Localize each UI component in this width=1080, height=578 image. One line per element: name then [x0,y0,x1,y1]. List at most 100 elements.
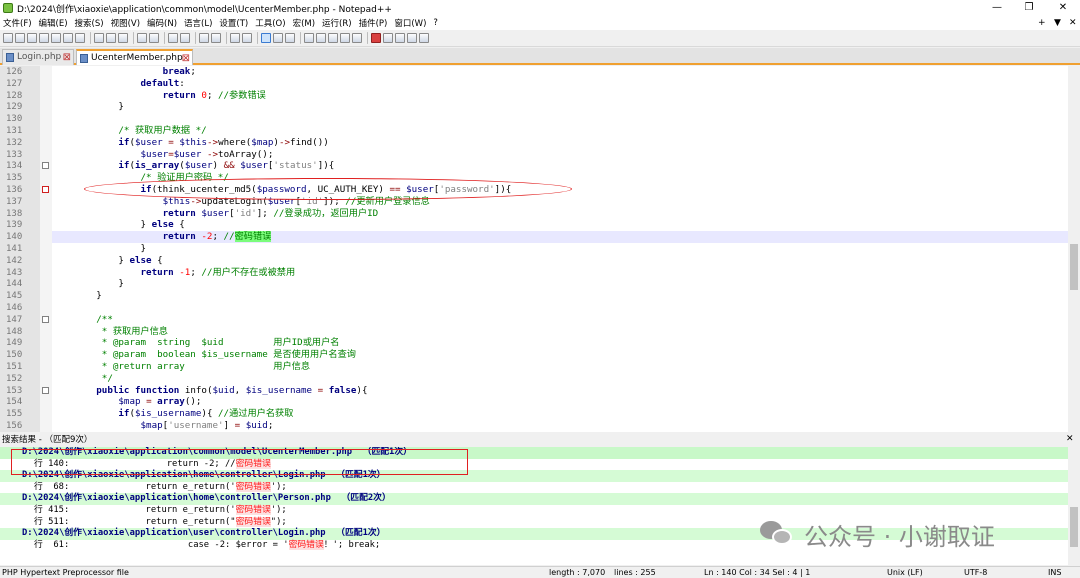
code-line[interactable]: 140 return -2; //密码错误 [6,231,1068,244]
record-macro-icon[interactable] [371,33,381,43]
zoom-out-icon[interactable] [211,33,221,43]
cut-icon[interactable] [94,33,104,43]
menu-window[interactable]: 窗口(W) [394,17,426,29]
code-area[interactable]: 126 break; 127 default: 128 return 0; //参数… [6,66,1068,432]
result-hit-row[interactable]: 行 68: return e_return('密码错误'); [0,481,1068,494]
code-line[interactable]: 134 if(is_array($user) && $user['status'… [6,160,1068,172]
close-icon[interactable] [51,33,61,43]
play-macro-icon[interactable] [395,33,405,43]
doc-map-icon[interactable] [316,33,326,43]
monitor-icon[interactable] [352,33,362,43]
menu-encoding[interactable]: 编码(N) [147,17,177,29]
code-line[interactable]: 155 if($is_username){ //通过用户名获取 [6,408,1068,420]
run-macro-icon[interactable] [407,33,417,43]
code-line[interactable]: 156 $map['username'] = $uid; [6,420,1068,432]
menu-bar: 文件(F) 编辑(E) 搜索(S) 视图(V) 编码(N) 语言(L) 设置(T… [0,16,1080,30]
status-insert-mode[interactable]: INS [1048,567,1061,578]
code-line[interactable]: 142 } else { [6,255,1068,267]
code-line[interactable]: 128 return 0; //参数错误 [6,90,1068,102]
menu-file[interactable]: 文件(F) [3,17,32,29]
code-line[interactable]: 149 * @param string $uid 用户ID或用户名 [6,337,1068,349]
folder-workspace-icon[interactable] [340,33,350,43]
language-icon[interactable] [304,33,314,43]
fold-toggle-icon[interactable] [42,186,49,193]
menu-settings[interactable]: 设置(T) [219,17,248,29]
fold-toggle-icon[interactable] [42,386,49,394]
tab-list-dropdown-button[interactable]: ▼ [1054,16,1061,30]
code-editor[interactable]: 126 break; 127 default: 128 return 0; //参数… [0,66,1068,432]
code-line[interactable]: 146 [6,302,1068,314]
code-line[interactable]: 151 * @return array 用户信息 [6,361,1068,373]
redo-icon[interactable] [149,33,159,43]
stop-macro-icon[interactable] [383,33,393,43]
code-line[interactable]: 131 /* 获取用户数据 */ [6,125,1068,137]
menu-run[interactable]: 运行(R) [322,17,352,29]
code-line[interactable]: 153 public function info($uid, $is_usern… [6,385,1068,397]
close-doc-button[interactable]: ✕ [1069,16,1077,30]
code-line[interactable]: 127 default: [6,78,1068,90]
code-line[interactable]: 126 break; [6,66,1068,78]
maximize-button[interactable]: ❐ [1014,0,1044,16]
minimize-button[interactable]: — [982,0,1012,16]
tab-bar: Login.php ⊠ UcenterMember.php ⊠ [0,48,1080,65]
find-icon[interactable] [168,33,178,43]
sync-vertical-icon[interactable] [230,33,240,43]
indent-guide-icon[interactable] [285,33,295,43]
code-line[interactable]: 145 } [6,290,1068,302]
find-results-close-icon[interactable]: ✕ [1066,434,1074,444]
menu-macro[interactable]: 宏(M) [293,17,315,29]
menu-edit[interactable]: 编辑(E) [39,17,68,29]
function-list-icon[interactable] [328,33,338,43]
menu-search[interactable]: 搜索(S) [75,17,104,29]
code-line[interactable]: 144 } [6,278,1068,290]
paste-icon[interactable] [118,33,128,43]
close-window-button[interactable]: ✕ [1048,0,1078,16]
code-line[interactable]: 154 $map = array(); [6,396,1068,408]
code-line[interactable]: 132 if($user = $this->where($map)->find(… [6,137,1068,149]
code-line[interactable]: 130 [6,113,1068,125]
code-line[interactable]: 133 $user=$user ->toArray(); [6,149,1068,161]
fold-toggle-icon[interactable] [42,315,49,323]
save-macro-icon[interactable] [419,33,429,43]
menu-plugins[interactable]: 插件(P) [359,17,388,29]
fold-margin[interactable] [40,66,52,432]
code-line[interactable]: 150 * @param boolean $is_username 是否使用用户… [6,349,1068,361]
menu-tools[interactable]: 工具(O) [255,17,285,29]
code-line[interactable]: 147 /** [6,314,1068,326]
copy-icon[interactable] [106,33,116,43]
code-line[interactable]: 152 */ [6,373,1068,385]
tab-close-icon[interactable]: ⊠ [63,50,71,65]
line-number: 148 [6,326,23,337]
code-line[interactable]: 129 } [6,101,1068,113]
scrollbar-thumb[interactable] [1070,244,1078,290]
undo-icon[interactable] [137,33,147,43]
tab-ucentermember-php[interactable]: UcenterMember.php ⊠ [76,49,193,65]
save-all-icon[interactable] [39,33,49,43]
open-file-icon[interactable] [15,33,25,43]
print-icon[interactable] [75,33,85,43]
show-all-chars-icon[interactable] [273,33,283,43]
code-line[interactable]: 143 return -1; //用户不存在或被禁用 [6,267,1068,279]
code-line[interactable]: 138 return $user['id']; //登录成功，返回用户ID [6,208,1068,220]
tab-login-php[interactable]: Login.php ⊠ [2,49,74,65]
replace-icon[interactable] [180,33,190,43]
save-icon[interactable] [27,33,37,43]
code-line[interactable]: 139 } else { [6,219,1068,231]
new-file-icon[interactable] [3,33,13,43]
menu-language[interactable]: 语言(L) [184,17,212,29]
close-all-icon[interactable] [63,33,73,43]
code-line[interactable]: 141 } [6,243,1068,255]
menu-help[interactable]: ? [433,18,438,28]
new-tab-plus-button[interactable]: + [1038,16,1046,30]
code-line[interactable]: 148 * 获取用户信息 [6,326,1068,338]
scrollbar-thumb[interactable] [1070,507,1078,547]
results-vertical-scrollbar[interactable] [1068,447,1080,565]
sync-horizontal-icon[interactable] [242,33,252,43]
fold-toggle-icon[interactable] [42,162,49,170]
tab-close-icon[interactable]: ⊠ [182,51,190,66]
menu-view[interactable]: 视图(V) [111,17,140,29]
editor-vertical-scrollbar[interactable] [1068,66,1080,432]
zoom-in-icon[interactable] [199,33,209,43]
result-file-row[interactable]: D:\2024\创作\xiaoxie\application\home\cont… [0,493,1068,505]
word-wrap-icon[interactable] [261,33,271,43]
